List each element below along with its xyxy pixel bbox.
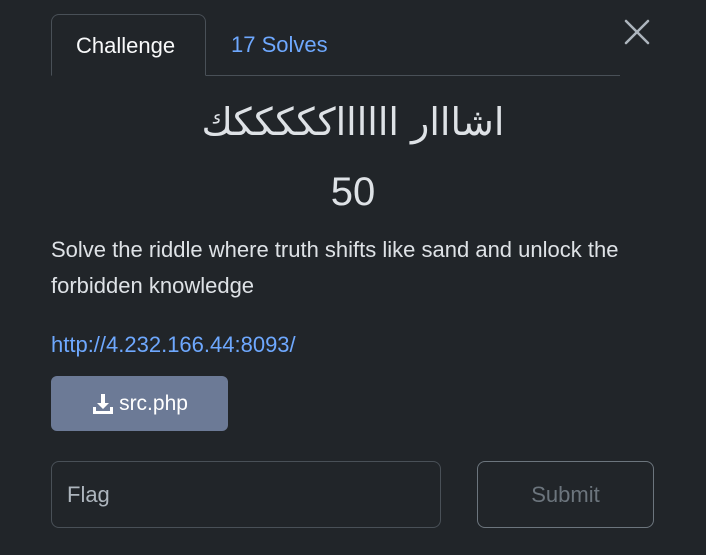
challenge-modal: Challenge 17 Solves اشااار ااااااكككككك …: [0, 0, 706, 555]
tab-bar: Challenge 17 Solves: [51, 14, 620, 76]
close-icon: [624, 19, 650, 45]
tab-solves[interactable]: 17 Solves: [207, 14, 352, 76]
challenge-title: اشااار ااااااكككككك: [201, 100, 505, 144]
challenge-points: 50: [330, 170, 376, 214]
file-download-button[interactable]: src.php: [51, 376, 228, 431]
tab-challenge[interactable]: Challenge: [51, 14, 206, 76]
flag-input[interactable]: [51, 461, 441, 528]
submit-button[interactable]: Submit: [477, 461, 654, 528]
challenge-link[interactable]: http://4.232.166.44:8093/: [51, 332, 296, 358]
download-icon: [93, 393, 114, 414]
file-name: src.php: [119, 391, 188, 415]
close-button[interactable]: [621, 16, 653, 48]
challenge-description: Solve the riddle where truth shifts like…: [51, 237, 619, 298]
